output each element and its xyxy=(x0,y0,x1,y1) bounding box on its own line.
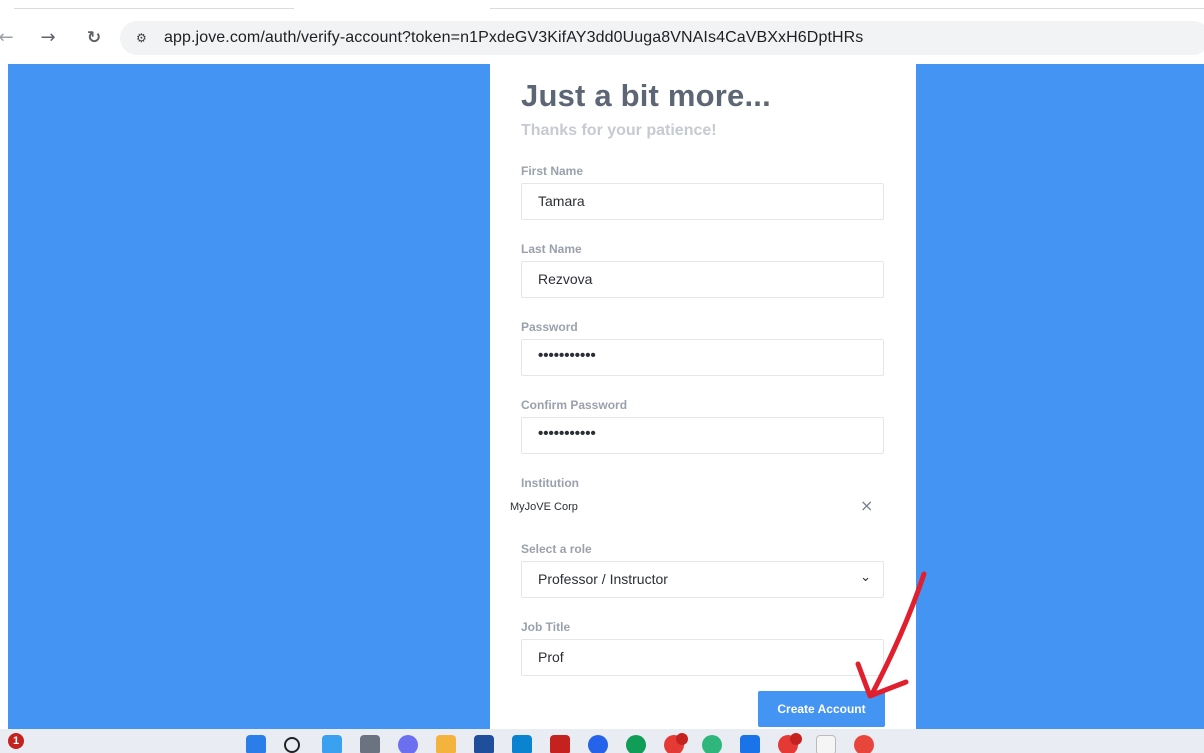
edge-icon[interactable] xyxy=(626,735,646,753)
create-account-button[interactable]: Create Account xyxy=(758,691,885,727)
page-title: Just a bit more... xyxy=(521,78,771,113)
document-icon[interactable] xyxy=(816,735,836,753)
institution-value[interactable]: MyJoVE Corp xyxy=(510,501,578,513)
tab-divider xyxy=(490,8,1204,9)
chrome-icon[interactable] xyxy=(854,735,874,753)
back-arrow-icon[interactable]: ← xyxy=(0,26,18,50)
site-settings-icon[interactable]: ⚙ xyxy=(136,29,154,47)
first-name-field[interactable]: Tamara xyxy=(521,183,884,220)
browser-toolbar: ← → ↻ ⚙ app.jove.com/auth/verify-account… xyxy=(0,16,1204,62)
last-name-field[interactable]: Rezvova xyxy=(521,261,884,298)
background-panel-right xyxy=(916,64,1204,729)
forward-arrow-icon[interactable]: → xyxy=(36,26,60,50)
gmail-icon[interactable] xyxy=(550,735,570,753)
notification-badge[interactable]: 1 xyxy=(8,733,24,749)
role-select[interactable]: Professor / Instructor ⌄ xyxy=(521,561,884,598)
copilot-icon[interactable] xyxy=(322,735,342,753)
chevron-down-icon: ⌄ xyxy=(860,570,871,585)
last-name-value: Rezvova xyxy=(538,271,593,287)
app-icon[interactable] xyxy=(588,735,608,753)
last-name-label: Last Name xyxy=(521,242,582,256)
role-label: Select a role xyxy=(521,542,592,556)
job-title-field[interactable]: Prof xyxy=(521,639,884,676)
chrome-profile-badge xyxy=(790,733,802,745)
signup-card: Just a bit more... Thanks for your patie… xyxy=(490,64,916,729)
tab-divider xyxy=(14,8,294,9)
file-explorer-icon[interactable] xyxy=(436,735,456,753)
page-content: Just a bit more... Thanks for your patie… xyxy=(0,64,1204,729)
role-value: Professor / Instructor xyxy=(538,571,668,587)
outlook-icon[interactable] xyxy=(512,735,532,753)
password-field[interactable]: ••••••••••• xyxy=(521,339,884,376)
first-name-label: First Name xyxy=(521,164,584,178)
confirm-password-field[interactable]: ••••••••••• xyxy=(521,417,884,454)
url-text[interactable]: app.jove.com/auth/verify-account?token=n… xyxy=(164,29,863,47)
search-icon[interactable] xyxy=(284,737,300,753)
password-label: Password xyxy=(521,320,578,334)
institution-label: Institution xyxy=(521,476,579,490)
calendar-icon[interactable] xyxy=(740,735,760,753)
os-taskbar: 1 xyxy=(0,729,1204,753)
windows-start-icon[interactable] xyxy=(246,735,266,753)
first-name-value: Tamara xyxy=(538,193,585,209)
page-subtitle: Thanks for your patience! xyxy=(521,122,717,139)
task-view-icon[interactable] xyxy=(360,735,380,753)
password-value: ••••••••••• xyxy=(538,347,596,364)
confirm-password-label: Confirm Password xyxy=(521,398,628,412)
confirm-password-value: ••••••••••• xyxy=(538,425,596,442)
address-bar[interactable]: ⚙ app.jove.com/auth/verify-account?token… xyxy=(120,21,1204,55)
job-title-label: Job Title xyxy=(521,620,571,634)
job-title-value: Prof xyxy=(538,649,564,665)
slack-icon[interactable] xyxy=(702,735,722,753)
reload-icon[interactable]: ↻ xyxy=(82,26,106,50)
background-panel-left xyxy=(8,64,490,729)
tab-strip xyxy=(0,0,1204,14)
teams-icon[interactable] xyxy=(398,735,418,753)
store-icon[interactable] xyxy=(474,735,494,753)
profile-badge xyxy=(676,733,688,745)
clear-institution-icon[interactable]: × xyxy=(860,496,873,515)
